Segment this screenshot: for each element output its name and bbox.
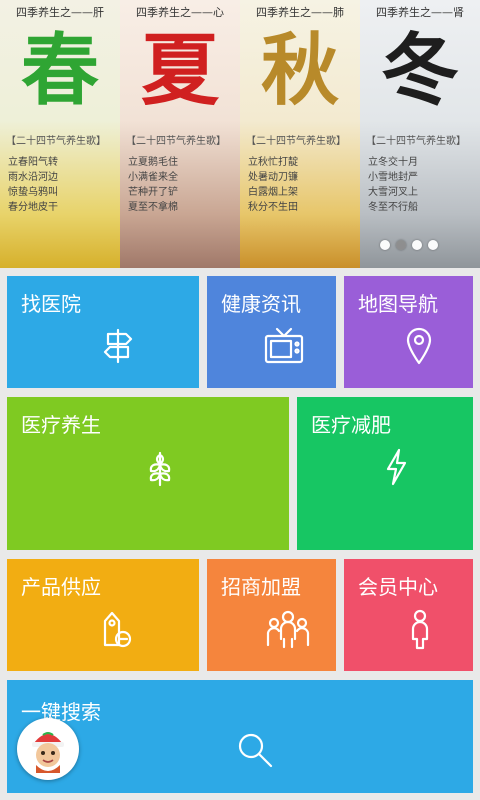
tv-icon <box>263 326 305 366</box>
panel-subtitle: 四季养生之——肾 <box>376 6 464 19</box>
panel-poem: 立冬交十月 小雪地封严 大雪河叉上 冬至不行船 <box>368 157 418 213</box>
tile-label: 产品供应 <box>21 577 101 599</box>
map-navigation-tile[interactable]: 地图导航 <box>344 276 473 388</box>
panel-caption: 【二十四节气养生歌】 <box>126 136 226 147</box>
panel-subtitle: 四季养生之——心 <box>136 6 224 19</box>
tile-label: 找医院 <box>21 294 81 316</box>
carousel-indicator <box>380 240 438 250</box>
tile-label: 医疗减肥 <box>311 415 391 437</box>
tile-label: 医疗养生 <box>21 415 101 437</box>
health-news-tile[interactable]: 健康资讯 <box>207 276 336 388</box>
member-center-tile[interactable]: 会员中心 <box>344 559 473 671</box>
panel-subtitle: 四季养生之——肺 <box>256 6 344 19</box>
floating-assistant-avatar[interactable] <box>17 718 79 780</box>
panel-caption: 【二十四节气养生歌】 <box>246 136 346 147</box>
tile-label: 健康资讯 <box>221 294 301 316</box>
tile-label: 地图导航 <box>358 294 438 316</box>
panel-season-char: 夏 <box>140 25 219 116</box>
lightning-icon <box>383 447 409 487</box>
banner-panel-autumn: 四季养生之——肺 秋 【二十四节气养生歌】 立秋忙打靛 处暑动刀镰 白露烟上架 秋分不… <box>240 0 360 268</box>
carousel-dot[interactable] <box>428 240 438 250</box>
panel-poem: 立春阳气转 雨水沿河边 惊蛰乌鸦叫 春分地皮干 <box>8 157 58 213</box>
panel-season-char: 秋 <box>260 25 339 116</box>
panel-subtitle: 四季养生之——肝 <box>16 6 104 19</box>
medical-slimming-tile[interactable]: 医疗减肥 <box>297 397 473 550</box>
banner-panel-winter: 四季养生之——肾 冬 【二十四节气养生歌】 立冬交十月 小雪地封严 大雪河叉上 冬至不… <box>360 0 480 268</box>
panel-season-char: 冬 <box>380 25 459 116</box>
panel-season-char: 春 <box>20 25 99 116</box>
medical-health-tile[interactable]: 医疗养生 <box>7 397 289 550</box>
carousel-dot[interactable] <box>380 240 390 250</box>
person-icon <box>408 609 432 651</box>
wheat-leaf-icon <box>143 447 177 487</box>
search-icon <box>235 730 275 770</box>
signpost-icon <box>98 326 138 366</box>
season-banner-carousel[interactable]: 四季养生之——肝 春 【二十四节气养生歌】 立春阳气转 雨水沿河边 惊蛰乌鸦叫 春分地… <box>0 0 480 268</box>
product-supply-tile[interactable]: 产品供应 <box>7 559 199 671</box>
carousel-dot-active[interactable] <box>396 240 406 250</box>
banner-panel-spring: 四季养生之——肝 春 【二十四节气养生歌】 立春阳气转 雨水沿河边 惊蛰乌鸦叫 春分地… <box>0 0 120 268</box>
price-tag-icon <box>98 609 134 651</box>
map-pin-icon <box>404 326 434 366</box>
panel-caption: 【二十四节气养生歌】 <box>366 136 466 147</box>
carousel-dot[interactable] <box>412 240 422 250</box>
franchise-tile[interactable]: 招商加盟 <box>207 559 336 671</box>
banner-panel-summer: 四季养生之——心 夏 【二十四节气养生歌】 立夏鹅毛住 小满雀来全 芒种开了铲 夏至不… <box>120 0 240 268</box>
panel-caption: 【二十四节气养生歌】 <box>6 136 106 147</box>
tile-label: 会员中心 <box>358 577 438 599</box>
panel-poem: 立秋忙打靛 处暑动刀镰 白露烟上架 秋分不生田 <box>248 157 298 213</box>
tile-label: 招商加盟 <box>221 577 301 599</box>
find-hospital-tile[interactable]: 找医院 <box>7 276 199 388</box>
panel-poem: 立夏鹅毛住 小满雀来全 芒种开了铲 夏至不拿棉 <box>128 157 178 213</box>
cartoon-character-icon <box>32 732 64 773</box>
group-people-icon <box>265 609 311 651</box>
one-click-search-tile[interactable]: 一键搜索 <box>7 680 473 793</box>
